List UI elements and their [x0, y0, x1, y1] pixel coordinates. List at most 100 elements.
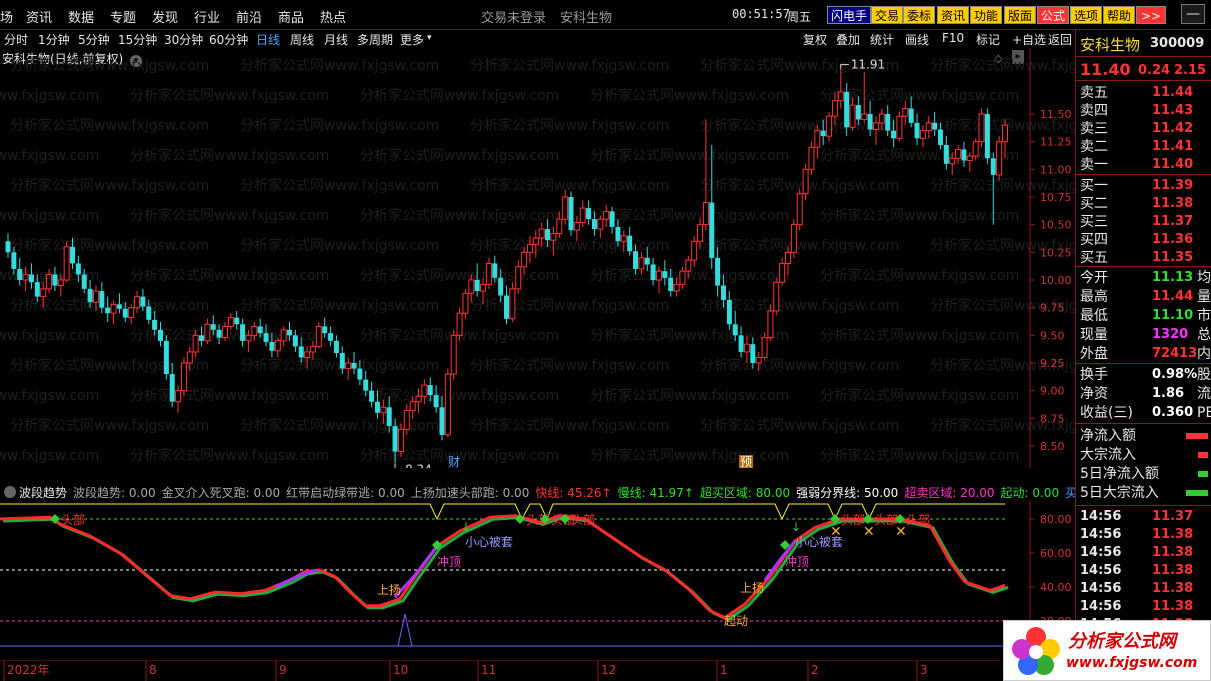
flow-label: 大宗流入 [1080, 447, 1136, 463]
candle-body-down [433, 395, 439, 408]
period-tab[interactable]: 15分钟 [118, 31, 157, 48]
candle-body-up [421, 384, 428, 397]
candle-body-up [743, 343, 750, 353]
chart-tool-button[interactable]: 画线 [905, 31, 929, 48]
start-label: 起动 [724, 614, 748, 628]
candle-body-down [633, 251, 639, 269]
weekday: 周五 [787, 10, 812, 24]
quote-row-label: 收益(三) [1080, 405, 1133, 421]
menu-bar: 场资讯 数据 专题 发现 行业 前沿 商品 热点 交易未登录 安科生物 00:51:57 周五… [0, 0, 1211, 30]
date-tick-label: 9 [279, 663, 287, 677]
watermark-text: 分析家公式网www.fxjgsw.com [820, 87, 1019, 104]
chart-tool-button[interactable]: 统计 [870, 31, 894, 48]
period-tab[interactable]: 多周期 [357, 31, 393, 48]
tick-row: 14:56 11.38 [1080, 526, 1211, 544]
period-tab[interactable]: 分时 [4, 31, 28, 48]
chart-tool-button[interactable]: +自选 [1012, 31, 1046, 48]
watermark-text: 分析家公式网www.fxjgsw.com [240, 177, 439, 194]
toolbar-button[interactable]: >> [1136, 6, 1166, 24]
toolbar-button[interactable]: 公式 [1037, 6, 1070, 24]
menu-item[interactable]: 商品 [278, 7, 304, 26]
candle-body-down [726, 299, 732, 325]
candle-body-up [515, 266, 522, 290]
forecast-marker[interactable]: 预 [740, 455, 752, 468]
chart-tool-button[interactable]: 叠加 [836, 31, 860, 48]
login-status[interactable]: 交易未登录 [481, 7, 546, 26]
candle-body-up [697, 224, 704, 242]
period-tab[interactable]: 更多 [400, 31, 424, 48]
menu-item[interactable]: 数据 [68, 7, 94, 26]
candle-body-down [662, 271, 668, 278]
quote-row-suffix: 总 [1197, 327, 1211, 343]
period-tab[interactable]: 1分钟 [38, 31, 70, 48]
candle-body-down [369, 390, 375, 402]
watermark-text: 分析家公式网www.fxjgsw.com [820, 387, 1019, 404]
period-tab[interactable]: 30分钟 [164, 31, 203, 48]
price-tick-label: 10.75 [1040, 191, 1072, 204]
toolbar-button[interactable]: 委标 [903, 6, 936, 24]
toolbar-button[interactable]: 资讯 [937, 6, 970, 24]
candle-body-up [468, 279, 475, 294]
date-tick-label: 1 [720, 663, 728, 677]
quote-row-value: 0.98% [1152, 367, 1198, 382]
chart-tool-button[interactable]: 标记 [976, 31, 1000, 48]
tick-row: 14:56 11.38 [1080, 562, 1211, 580]
period-tab[interactable]: 月线 [324, 31, 348, 48]
flow-bar [1186, 490, 1208, 496]
toolbar-button[interactable]: 选项 [1070, 6, 1103, 24]
menu-item[interactable]: 专题 [110, 7, 136, 26]
menu-item[interactable]: 资讯 [26, 7, 52, 26]
candle-body-down [269, 341, 275, 351]
candle-body-down [545, 229, 551, 241]
quote-row-label: 卖二 [1080, 139, 1108, 155]
period-tab[interactable]: 周线 [290, 31, 314, 48]
candle-body-down [17, 268, 23, 280]
quote-row-value: 11.10 [1152, 308, 1194, 323]
price-tick-label: 10.00 [1040, 274, 1072, 287]
toolbar-button[interactable]: 功能 [970, 6, 1003, 24]
candle-body-down [474, 280, 480, 292]
indicator-chart[interactable]: 80.0060.0040.0020.00 头部头部头部头部头部✕头部✕头部✕↓小… [0, 484, 1075, 660]
price-tick-label: 8.50 [1040, 440, 1065, 453]
toolbar-button[interactable]: 闪电手 [827, 6, 872, 24]
candle-body-down [386, 407, 392, 427]
menu-item[interactable]: 前沿 [236, 7, 262, 26]
chevron-down-icon[interactable]: ▾ [427, 33, 432, 43]
period-tab[interactable]: 日线 [256, 31, 280, 48]
toolbar-button[interactable]: 帮助 [1103, 6, 1136, 24]
candle-body-up [972, 141, 979, 157]
accel-segment [393, 545, 439, 599]
watermark-text: 分析家公式网www.fxjgsw.com [820, 327, 1019, 344]
finance-marker[interactable]: 财 [448, 455, 460, 468]
candle-body-down [287, 329, 293, 336]
menu-item[interactable]: 发现 [152, 7, 178, 26]
kline-chart[interactable]: 分析家公式网www.fxjgsw.com 分析家公式网www.fxjgsw.com… [0, 48, 1075, 468]
period-tab[interactable]: 60分钟 [209, 31, 248, 48]
period-bar: 分时 1分钟 5分钟 15分钟 30分钟 60分钟 日线 周线 月线 多周期 更多 ▾ 复权 叠加 统计 画线… [0, 30, 1075, 48]
watermark-text: 分析家公式网www.fxjgsw.com [0, 327, 99, 344]
candle-body-up [128, 307, 135, 319]
price-tick-label: 10.50 [1040, 219, 1072, 232]
chart-tool-button[interactable]: F10 [942, 31, 964, 45]
quote-row-value: 11.35 [1152, 250, 1194, 265]
candle-body-up [134, 296, 141, 309]
watermark-text: 分析家公式网www.fxjgsw.com [590, 387, 789, 404]
price-tick-label: 11.50 [1040, 108, 1072, 121]
candle-body-up [22, 273, 29, 281]
candle-body-down [292, 335, 298, 347]
toolbar-button[interactable]: 交易 [871, 6, 904, 24]
candle-body-up [773, 281, 780, 312]
menu-item[interactable]: 热点 [320, 7, 346, 26]
menu-item[interactable]: 场 [0, 7, 13, 26]
period-tab[interactable]: 5分钟 [78, 31, 110, 48]
watermark-text: 分析家公式网www.fxjgsw.com [820, 207, 1019, 224]
chart-tool-button[interactable]: 复权 [803, 31, 827, 48]
minimize-icon[interactable]: — [1181, 4, 1205, 24]
price-tick-label: 9.50 [1040, 329, 1065, 342]
sell-cross-icon: ✕ [863, 524, 875, 540]
quote-row: 卖五 11.44 [1080, 84, 1211, 102]
watermark-text: 分析家公式网www.fxjgsw.com [360, 267, 559, 284]
toolbar-button[interactable]: 版面 [1004, 6, 1037, 24]
menu-item[interactable]: 行业 [194, 7, 220, 26]
chart-tool-button[interactable]: 返回 [1048, 31, 1072, 48]
